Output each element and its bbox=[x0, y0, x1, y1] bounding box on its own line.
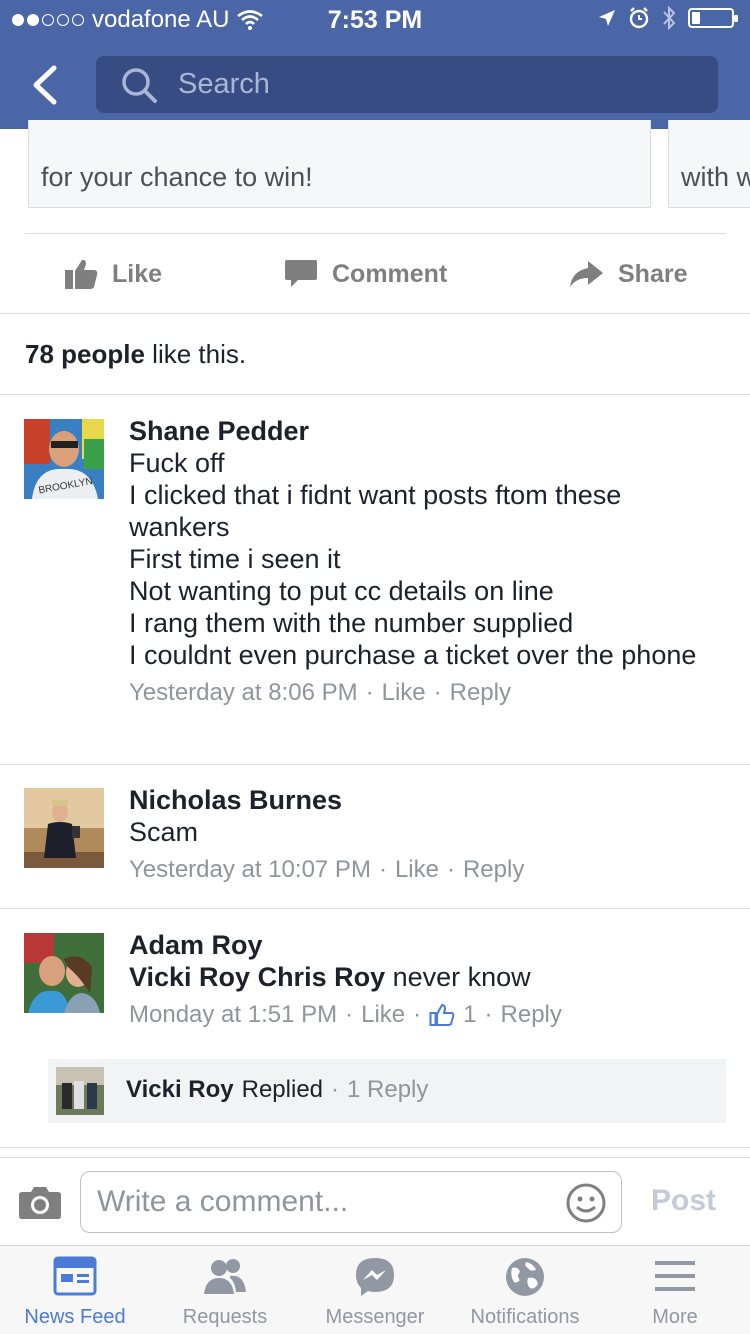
divider bbox=[0, 908, 750, 909]
bluetooth-icon bbox=[663, 6, 676, 30]
reply-preview-text: Vicki Roy Replied · 1 Reply bbox=[126, 1076, 428, 1104]
camera-icon[interactable] bbox=[18, 1184, 62, 1220]
carousel-card[interactable]: with w bbox=[668, 120, 750, 208]
comment-meta: Yesterday at 8:06 PM · Like · Reply bbox=[129, 677, 729, 709]
comment-input-box[interactable] bbox=[80, 1171, 622, 1233]
search-input[interactable] bbox=[178, 66, 678, 102]
comment-input[interactable] bbox=[97, 1184, 547, 1220]
tab-messenger[interactable]: Messenger bbox=[300, 1246, 450, 1334]
comment-text: Vicki Roy Chris Roy never know bbox=[129, 961, 729, 993]
card-caption: with w bbox=[681, 162, 750, 192]
separator-dot: · bbox=[378, 856, 387, 883]
tab-label: Notifications bbox=[470, 1306, 580, 1328]
share-label: Share bbox=[618, 259, 688, 288]
comment-button[interactable]: Comment bbox=[284, 252, 447, 296]
likes-suffix: like this. bbox=[144, 339, 247, 369]
tab-label: Requests bbox=[182, 1306, 268, 1328]
comment-bubble-icon bbox=[285, 260, 317, 287]
like-count-icon bbox=[429, 1003, 455, 1026]
hamburger-icon bbox=[655, 1261, 695, 1291]
tab-notifications[interactable]: Notifications bbox=[450, 1246, 600, 1334]
tab-label: More bbox=[652, 1306, 698, 1328]
divider bbox=[0, 394, 750, 395]
likes-summary[interactable]: 78 people like this. bbox=[25, 339, 246, 370]
thumbs-up-icon bbox=[65, 259, 98, 289]
likes-count: 78 people bbox=[25, 339, 145, 369]
separator-dot: · bbox=[446, 856, 455, 883]
messenger-icon bbox=[356, 1258, 394, 1296]
tab-label: Messenger bbox=[325, 1306, 425, 1328]
comment-body: Shane Pedder Fuck off I clicked that i f… bbox=[129, 415, 729, 709]
tab-label: News Feed bbox=[24, 1306, 126, 1328]
comment-timestamp: Yesterday at 10:07 PM bbox=[129, 856, 371, 883]
separator-dot: · bbox=[413, 1001, 422, 1028]
search-bar[interactable] bbox=[96, 56, 718, 113]
share-arrow-icon bbox=[570, 261, 603, 287]
status-bar: vodafone AU 7:53 PM bbox=[0, 0, 750, 40]
reply-author[interactable]: Vicki Roy bbox=[126, 1076, 234, 1104]
separator-dot: · bbox=[331, 1076, 340, 1103]
comment-reply-link[interactable]: Reply bbox=[450, 677, 511, 709]
divider bbox=[25, 233, 726, 234]
reply-preview[interactable]: Vicki Roy Replied · 1 Reply bbox=[48, 1059, 726, 1123]
like-label: Like bbox=[112, 259, 163, 288]
battery-level bbox=[692, 12, 700, 24]
comment-text: Scam bbox=[129, 817, 199, 847]
battery-icon bbox=[688, 8, 738, 28]
carousel-card[interactable]: for your chance to win! bbox=[28, 120, 651, 208]
comment-label: Comment bbox=[332, 259, 448, 288]
comment-text: Fuck off I clicked that i fidnt want pos… bbox=[129, 448, 697, 670]
divider bbox=[0, 764, 750, 765]
separator-dot: · bbox=[484, 1001, 493, 1028]
comment-timestamp: Monday at 1:51 PM bbox=[129, 1001, 338, 1028]
separator-dot: · bbox=[433, 679, 442, 706]
comment-timestamp: Yesterday at 8:06 PM bbox=[129, 679, 358, 706]
comment-text-rest: never know bbox=[385, 962, 531, 992]
commenter-name[interactable]: Shane Pedder bbox=[129, 415, 729, 447]
comment-reply-link[interactable]: Reply bbox=[463, 854, 524, 886]
divider bbox=[0, 313, 750, 314]
like-button[interactable]: Like bbox=[64, 252, 162, 296]
comment-body: Adam Roy Vicki Roy Chris Roy never know … bbox=[129, 929, 729, 1031]
comment-meta: Yesterday at 10:07 PM · Like · Reply bbox=[129, 854, 729, 886]
search-icon bbox=[122, 68, 157, 103]
comment-meta: Monday at 1:51 PM · Like · 1 · Reply bbox=[129, 999, 729, 1031]
location-arrow-icon bbox=[599, 10, 615, 26]
reply-count-link[interactable]: 1 Reply bbox=[347, 1076, 428, 1104]
back-button[interactable] bbox=[26, 60, 66, 110]
separator-dot: · bbox=[365, 679, 374, 706]
avatar[interactable]: BROOKLYN bbox=[24, 419, 104, 499]
comment-like-link[interactable]: Like bbox=[361, 999, 405, 1031]
comment-reply-link[interactable]: Reply bbox=[501, 999, 562, 1031]
reply-action: Replied bbox=[241, 1076, 324, 1103]
comment-like-link[interactable]: Like bbox=[395, 854, 439, 886]
commenter-name[interactable]: Adam Roy bbox=[129, 929, 729, 961]
tab-more[interactable]: More bbox=[600, 1246, 750, 1334]
comment-composer: Post bbox=[0, 1157, 750, 1245]
card-caption: for your chance to win! bbox=[41, 162, 313, 192]
emoji-smiley-icon[interactable] bbox=[565, 1182, 607, 1224]
tab-requests[interactable]: Requests bbox=[150, 1246, 300, 1334]
separator-dot: · bbox=[345, 1001, 354, 1028]
alarm-icon bbox=[629, 7, 649, 29]
app-header: vodafone AU 7:53 PM bbox=[0, 0, 750, 129]
globe-icon bbox=[506, 1258, 544, 1296]
post-button[interactable]: Post bbox=[651, 1184, 716, 1218]
avatar[interactable] bbox=[24, 788, 104, 868]
share-button[interactable]: Share bbox=[568, 252, 687, 296]
commenter-name[interactable]: Nicholas Burnes bbox=[129, 784, 729, 816]
friend-requests-icon bbox=[204, 1259, 246, 1294]
tab-news-feed[interactable]: News Feed bbox=[0, 1246, 150, 1334]
tagged-people[interactable]: Vicki Roy Chris Roy bbox=[129, 962, 385, 992]
bottom-tab-bar: News Feed Requests Messenger Notificatio… bbox=[0, 1245, 750, 1334]
news-feed-icon bbox=[53, 1256, 97, 1296]
status-right bbox=[598, 6, 738, 30]
comment-body: Nicholas Burnes Scam Yesterday at 10:07 … bbox=[129, 784, 729, 886]
avatar[interactable] bbox=[56, 1067, 104, 1115]
avatar[interactable] bbox=[24, 933, 104, 1013]
like-count[interactable]: 1 bbox=[463, 999, 476, 1031]
divider bbox=[0, 1147, 750, 1148]
comment-like-link[interactable]: Like bbox=[382, 677, 426, 709]
